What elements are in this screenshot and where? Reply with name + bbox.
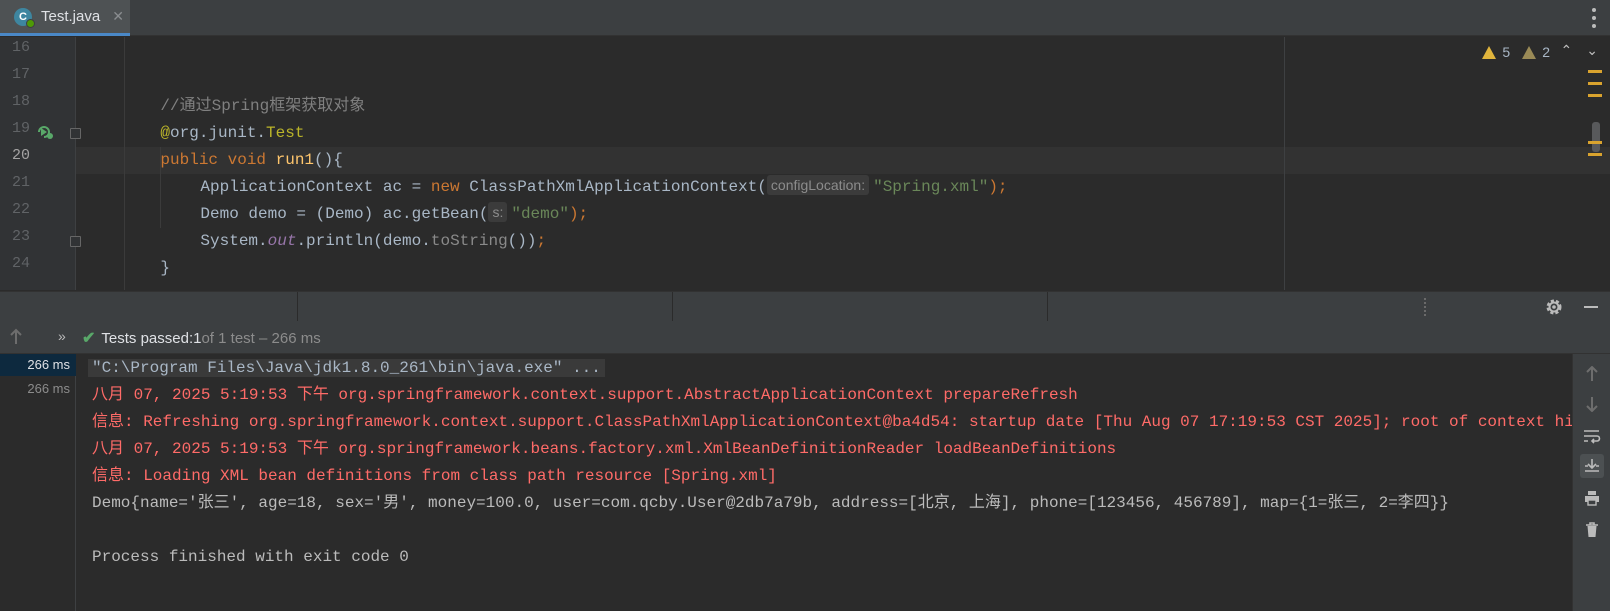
line-number: 24 — [11, 255, 30, 272]
line-number: 19 — [11, 120, 30, 137]
chevron-up-icon[interactable]: ⌃ — [1561, 42, 1573, 59]
code-text: .println(demo. — [296, 232, 431, 250]
chevron-down-icon[interactable]: ⌄ — [1586, 42, 1598, 59]
test-tree-row[interactable]: 266 ms — [0, 354, 76, 376]
console-output[interactable]: "C:\Program Files\Java\jdk1.8.0_261\bin\… — [76, 354, 1572, 611]
test-results-toolbar: » ✔ Tests passed: 1 of 1 test – 266 ms — [0, 321, 1610, 354]
warning-stripe[interactable] — [1588, 141, 1602, 144]
code-line-22: System.out.println(demo.toString()); — [162, 201, 546, 250]
fold-marker-icon[interactable] — [70, 236, 81, 247]
console-line: "C:\Program Files\Java\jdk1.8.0_261\bin\… — [88, 356, 605, 380]
code-method-call: toString — [430, 232, 508, 250]
code-static-field: out — [267, 232, 297, 250]
problem-navigation: ⌃ ⌄ — [1561, 42, 1598, 59]
warning-stripe[interactable] — [1588, 94, 1602, 97]
code-line-19: public void run1(){ — [122, 120, 342, 169]
code-text: ()) — [507, 232, 537, 250]
line-number: 20 — [11, 147, 30, 164]
console-line: Process finished with exit code 0 — [92, 548, 409, 566]
java-class-icon: C — [14, 7, 35, 28]
warning-icon — [1482, 45, 1497, 59]
console-line: Demo{name='张三', age=18, sex='男', money=1… — [92, 494, 1449, 512]
console-side-toolbar — [1572, 354, 1610, 611]
weak-warning-count: 2 — [1542, 44, 1550, 60]
code-text: ; — [536, 232, 547, 250]
line-number: 16 — [11, 39, 30, 56]
code-line-21: Demo demo = (Demo) ac.getBean(s: "demo"); — [162, 174, 588, 223]
console-line: 八月 07, 2025 5:19:53 下午 org.springframewo… — [92, 386, 1078, 404]
warning-stripe[interactable] — [1588, 70, 1602, 73]
line-number: 18 — [11, 93, 30, 110]
line-number: 23 — [11, 228, 30, 245]
status-label: Tests passed: — [101, 329, 194, 347]
run-test-icon[interactable] — [36, 124, 54, 140]
arrow-down-icon[interactable] — [1580, 392, 1604, 416]
run-tab-strip — [0, 291, 1610, 322]
tab-divider — [672, 292, 673, 322]
run-tool-window: » ✔ Tests passed: 1 of 1 test – 266 ms 2… — [0, 291, 1610, 611]
parameter-hint: configLocation: — [766, 175, 870, 195]
warning-stripe[interactable] — [1588, 82, 1602, 85]
code-text: } — [160, 259, 171, 277]
arrow-up-icon[interactable] — [8, 328, 24, 346]
line-number: 21 — [11, 174, 30, 191]
test-tree: 266 ms 266 ms — [0, 354, 76, 611]
code-text: ); — [568, 205, 589, 223]
soft-wrap-icon[interactable] — [1580, 424, 1604, 448]
console-line: 信息: Refreshing org.springframework.conte… — [92, 413, 1572, 431]
warning-count: 5 — [1502, 44, 1511, 60]
test-status: ✔ Tests passed: 1 of 1 test – 266 ms — [82, 328, 321, 348]
console-command: "C:\Program Files\Java\jdk1.8.0_261\bin\… — [88, 359, 605, 377]
minimize-icon[interactable] — [1584, 306, 1598, 308]
print-icon[interactable] — [1580, 486, 1604, 510]
code-line-17: //通过Spring框架获取对象 — [122, 66, 365, 115]
code-text: System. — [200, 232, 268, 250]
right-margin-line — [1284, 37, 1285, 290]
tab-label: Test.java — [41, 8, 101, 25]
editor-scrollbar[interactable] — [1592, 122, 1600, 152]
expand-icon[interactable]: » — [58, 328, 66, 344]
code-line-23: } — [122, 228, 170, 277]
console-line: 信息: Loading XML bean definitions from cl… — [92, 467, 777, 485]
code-string: "Spring.xml" — [873, 178, 989, 196]
tab-test-java[interactable]: C Test.java ✕ — [0, 0, 130, 36]
test-tree-row[interactable]: 266 ms — [0, 378, 76, 400]
drag-handle-icon[interactable] — [1424, 298, 1426, 316]
warning-stripe[interactable] — [1588, 153, 1602, 156]
scroll-to-end-icon[interactable] — [1580, 454, 1604, 478]
tab-divider — [297, 292, 298, 322]
tab-divider — [1047, 292, 1048, 322]
code-editor[interactable]: 16 17 18 19 20 21 22 23 24 //通过Spring框架获… — [0, 37, 1610, 290]
fold-marker-icon[interactable] — [70, 128, 81, 139]
weak-warning-icon — [1522, 45, 1537, 59]
check-icon: ✔ — [82, 330, 96, 347]
code-text: ); — [988, 178, 1008, 196]
arrow-up-icon[interactable] — [1580, 362, 1604, 386]
line-number: 17 — [11, 66, 30, 83]
inspection-widget[interactable]: 5 2 — [1482, 44, 1550, 60]
trash-icon[interactable] — [1580, 518, 1604, 542]
code-line-20: ApplicationContext ac = new ClassPathXml… — [162, 147, 1008, 196]
close-icon[interactable]: ✕ — [112, 8, 124, 25]
editor-tab-bar: C Test.java ✕ — [0, 0, 1610, 36]
status-count: 1 — [193, 329, 202, 347]
line-number: 22 — [11, 201, 30, 218]
line-number-gutter: 16 17 18 19 20 21 22 23 24 — [0, 37, 76, 290]
more-vertical-icon[interactable] — [1590, 8, 1598, 28]
gear-icon[interactable] — [1544, 297, 1564, 317]
console-line: 八月 07, 2025 5:19:53 下午 org.springframewo… — [92, 440, 1117, 458]
status-detail: of 1 test – 266 ms — [201, 329, 321, 347]
code-line-18: @org.junit.Test — [122, 93, 304, 142]
